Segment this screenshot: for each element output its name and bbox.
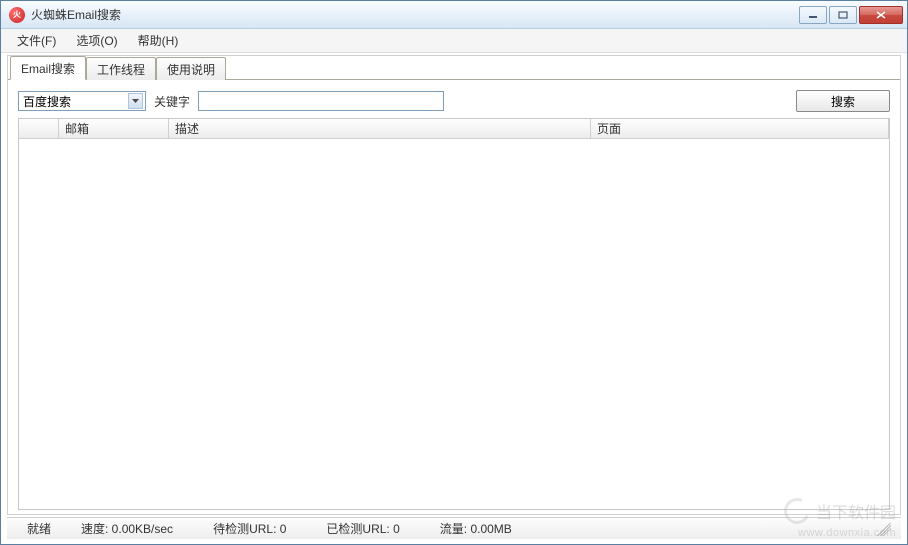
menu-options[interactable]: 选项(O) bbox=[66, 29, 127, 52]
statusbar: 就绪 速度: 0.00KB/sec 待检测URL: 0 已检测URL: 0 流量… bbox=[7, 517, 901, 539]
tabs: Email搜索 工作线程 使用说明 bbox=[8, 58, 900, 80]
status-traffic: 流量: 0.00MB bbox=[440, 520, 512, 537]
maximize-icon bbox=[838, 11, 848, 19]
search-engine-value: 百度搜索 bbox=[23, 93, 128, 110]
search-engine-select[interactable]: 百度搜索 bbox=[18, 91, 146, 111]
status-checked: 已检测URL: 0 bbox=[326, 520, 399, 537]
app-icon: 火 bbox=[9, 7, 25, 23]
status-pending: 待检测URL: 0 bbox=[213, 520, 286, 537]
tab-work-threads[interactable]: 工作线程 bbox=[86, 57, 156, 80]
resize-grip-icon[interactable] bbox=[877, 522, 891, 536]
window-controls bbox=[799, 6, 903, 24]
status-ready: 就绪 bbox=[27, 520, 51, 537]
chevron-down-icon bbox=[128, 93, 143, 109]
app-window: 火 火蜘蛛Email搜索 文件(F) 选项(O) 帮助(H) Email搜索 工… bbox=[0, 0, 908, 545]
tab-email-search[interactable]: Email搜索 bbox=[10, 56, 86, 80]
titlebar[interactable]: 火 火蜘蛛Email搜索 bbox=[1, 1, 907, 29]
tab-instructions[interactable]: 使用说明 bbox=[156, 57, 226, 80]
search-button[interactable]: 搜索 bbox=[796, 90, 890, 112]
column-index[interactable] bbox=[19, 119, 59, 138]
table-header: 邮箱 描述 页面 bbox=[19, 119, 889, 139]
status-speed: 速度: 0.00KB/sec bbox=[81, 520, 173, 537]
tab-body: 百度搜索 关键字 搜索 邮箱 描述 页面 bbox=[8, 80, 900, 514]
menu-help[interactable]: 帮助(H) bbox=[128, 29, 189, 52]
minimize-icon bbox=[808, 11, 818, 19]
menubar: 文件(F) 选项(O) 帮助(H) bbox=[1, 29, 907, 53]
minimize-button[interactable] bbox=[799, 6, 827, 24]
search-row: 百度搜索 关键字 搜索 bbox=[18, 90, 890, 112]
column-page[interactable]: 页面 bbox=[591, 119, 889, 138]
close-icon bbox=[876, 11, 886, 19]
keyword-label: 关键字 bbox=[154, 93, 190, 110]
results-table: 邮箱 描述 页面 bbox=[18, 118, 890, 510]
column-email[interactable]: 邮箱 bbox=[59, 119, 169, 138]
window-title: 火蜘蛛Email搜索 bbox=[31, 6, 799, 23]
close-button[interactable] bbox=[859, 6, 903, 24]
menu-file[interactable]: 文件(F) bbox=[7, 29, 66, 52]
column-description[interactable]: 描述 bbox=[169, 119, 591, 138]
maximize-button[interactable] bbox=[829, 6, 857, 24]
keyword-input[interactable] bbox=[198, 91, 444, 111]
content-frame: Email搜索 工作线程 使用说明 百度搜索 关键字 搜索 bbox=[7, 55, 901, 515]
